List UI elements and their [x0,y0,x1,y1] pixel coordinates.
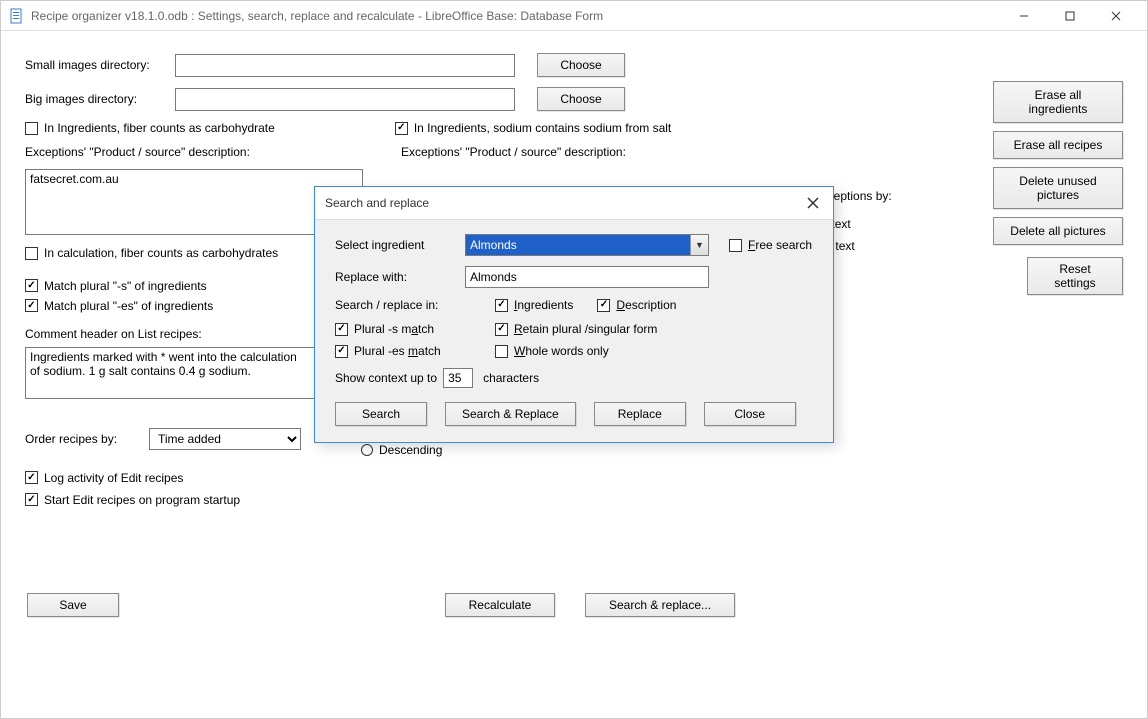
choose-small-button[interactable]: Choose [537,53,625,77]
plural-s-check[interactable]: Match plural "-s" of ingredients [25,279,207,293]
context-pre-label: Show context up to [335,371,437,385]
small-images-label: Small images directory: [25,58,175,72]
descending-radio[interactable]: Descending [361,443,442,457]
small-images-input[interactable] [175,54,515,77]
dialog-search-replace-button[interactable]: Search & Replace [445,402,576,426]
context-input[interactable] [443,368,473,388]
reset-settings-button[interactable]: Reset settings [1027,257,1123,295]
order-by-select[interactable]: Time added [149,428,301,450]
chevron-down-icon[interactable]: ▼ [690,235,708,255]
exceptions-label-left: Exceptions' "Product / source" descripti… [25,145,401,159]
erase-ingredients-button[interactable]: Erase all ingredients [993,81,1123,123]
free-search-check[interactable]: Free search [729,238,812,252]
erase-recipes-button[interactable]: Erase all recipes [993,131,1123,159]
select-ingredient-combo[interactable]: Almonds ▼ [465,234,709,256]
whole-words-check[interactable]: Whole words only [495,344,609,358]
search-replace-open-button[interactable]: Search & replace... [585,593,735,617]
minimize-button[interactable] [1001,1,1047,31]
exceptions-textarea[interactable]: fatsecret.com.au [25,169,363,235]
recalculate-button[interactable]: Recalculate [445,593,555,617]
titlebar: Recipe organizer v18.1.0.odb : Settings,… [1,1,1147,31]
big-images-label: Big images directory: [25,92,175,106]
save-button[interactable]: Save [27,593,119,617]
dialog-close-bottom-button[interactable]: Close [704,402,796,426]
maximize-button[interactable] [1047,1,1093,31]
choose-big-button[interactable]: Choose [537,87,625,111]
dialog-search-button[interactable]: Search [335,402,427,426]
context-post-label: characters [483,371,539,385]
delete-all-pictures-button[interactable]: Delete all pictures [993,217,1123,245]
search-replace-dialog: Search and replace Select ingredient Alm… [314,186,834,443]
exceptions-label-right: Exceptions' "Product / source" descripti… [401,145,626,159]
replace-with-label: Replace with: [335,270,465,284]
dialog-title: Search and replace [325,196,803,210]
fiber-carb-ing-check[interactable]: In Ingredients, fiber counts as carbohyd… [25,121,275,135]
dlg-plural-s-check[interactable]: Plural -s match [335,322,495,336]
search-ingredients-check[interactable]: Ingredients [495,298,573,312]
replace-with-input[interactable] [465,266,709,288]
window-title: Recipe organizer v18.1.0.odb : Settings,… [31,9,1001,23]
select-ingredient-label: Select ingredient [335,238,465,252]
dialog-close-button[interactable] [803,193,823,213]
search-description-check[interactable]: Description [597,298,676,312]
fiber-calc-check[interactable]: In calculation, fiber counts as carbohyd… [25,246,278,260]
delete-unused-pictures-button[interactable]: Delete unused pictures [993,167,1123,209]
retain-plural-check[interactable]: Retain plural /singular form [495,322,657,336]
app-icon [9,8,25,24]
search-in-label: Search / replace in: [335,298,465,312]
dlg-plural-es-check[interactable]: Plural -es match [335,344,495,358]
close-button[interactable] [1093,1,1139,31]
dialog-replace-button[interactable]: Replace [594,402,686,426]
order-by-label: Order recipes by: [25,432,149,446]
big-images-input[interactable] [175,88,515,111]
log-activity-check[interactable]: Log activity of Edit recipes [25,471,183,485]
start-on-startup-check[interactable]: Start Edit recipes on program startup [25,493,240,507]
plural-es-check[interactable]: Match plural "-es" of ingredients [25,299,213,313]
comment-header-textarea[interactable]: Ingredients marked with * went into the … [25,347,315,399]
sodium-salt-check[interactable]: In Ingredients, sodium contains sodium f… [395,121,671,135]
